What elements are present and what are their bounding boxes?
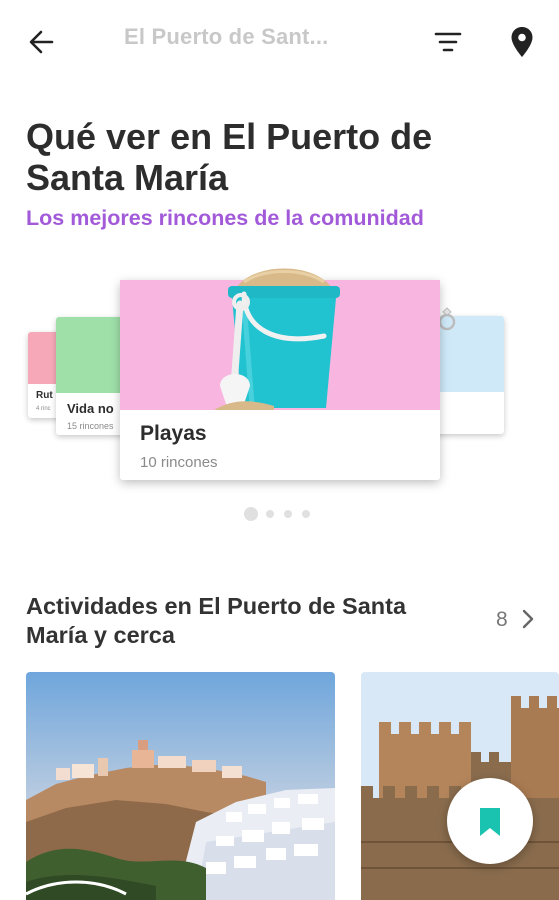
bookmark-icon (480, 808, 500, 836)
category-card-count: 4 rinc (36, 406, 51, 412)
activities-count[interactable]: 8 (496, 608, 508, 632)
page-subtitle: Los mejores rincones de la comunidad (26, 206, 424, 230)
category-carousel[interactable]: Rut 4 rinc Vida no 15 rincones Playas 10… (0, 250, 559, 540)
page-dot (266, 510, 274, 518)
chevron-right-icon[interactable] (518, 606, 538, 632)
activities-section-title: Actividades en El Puerto de Santa María … (26, 593, 407, 648)
app-bar: El Puerto de Sant... (0, 0, 559, 82)
page-dot-active (244, 507, 258, 521)
beach-bucket-icon (214, 268, 340, 410)
category-card-count: 15 rincones (67, 421, 114, 431)
category-card-name: Vida no (67, 401, 114, 416)
page-title: Qué ver en El Puerto de Santa María (26, 116, 433, 198)
carousel-page-indicator (244, 506, 324, 522)
filter-icon[interactable] (432, 28, 464, 56)
app-bar-title: El Puerto de Sant... (124, 24, 329, 49)
category-card[interactable] (430, 316, 504, 434)
page-dot (284, 510, 292, 518)
category-card-image (120, 268, 440, 410)
category-card-count: 10 rincones (140, 454, 218, 471)
back-arrow-icon[interactable] (24, 26, 60, 58)
category-card-name: Rut (36, 390, 53, 401)
bookmark-button[interactable] (447, 778, 533, 864)
category-card-playas[interactable]: Playas 10 rincones (120, 268, 440, 480)
activity-card-image[interactable] (361, 672, 559, 900)
activity-card-image[interactable] (26, 672, 335, 900)
category-card-name: Playas (140, 422, 207, 445)
location-pin-icon[interactable] (506, 24, 538, 60)
page-dot (302, 510, 310, 518)
